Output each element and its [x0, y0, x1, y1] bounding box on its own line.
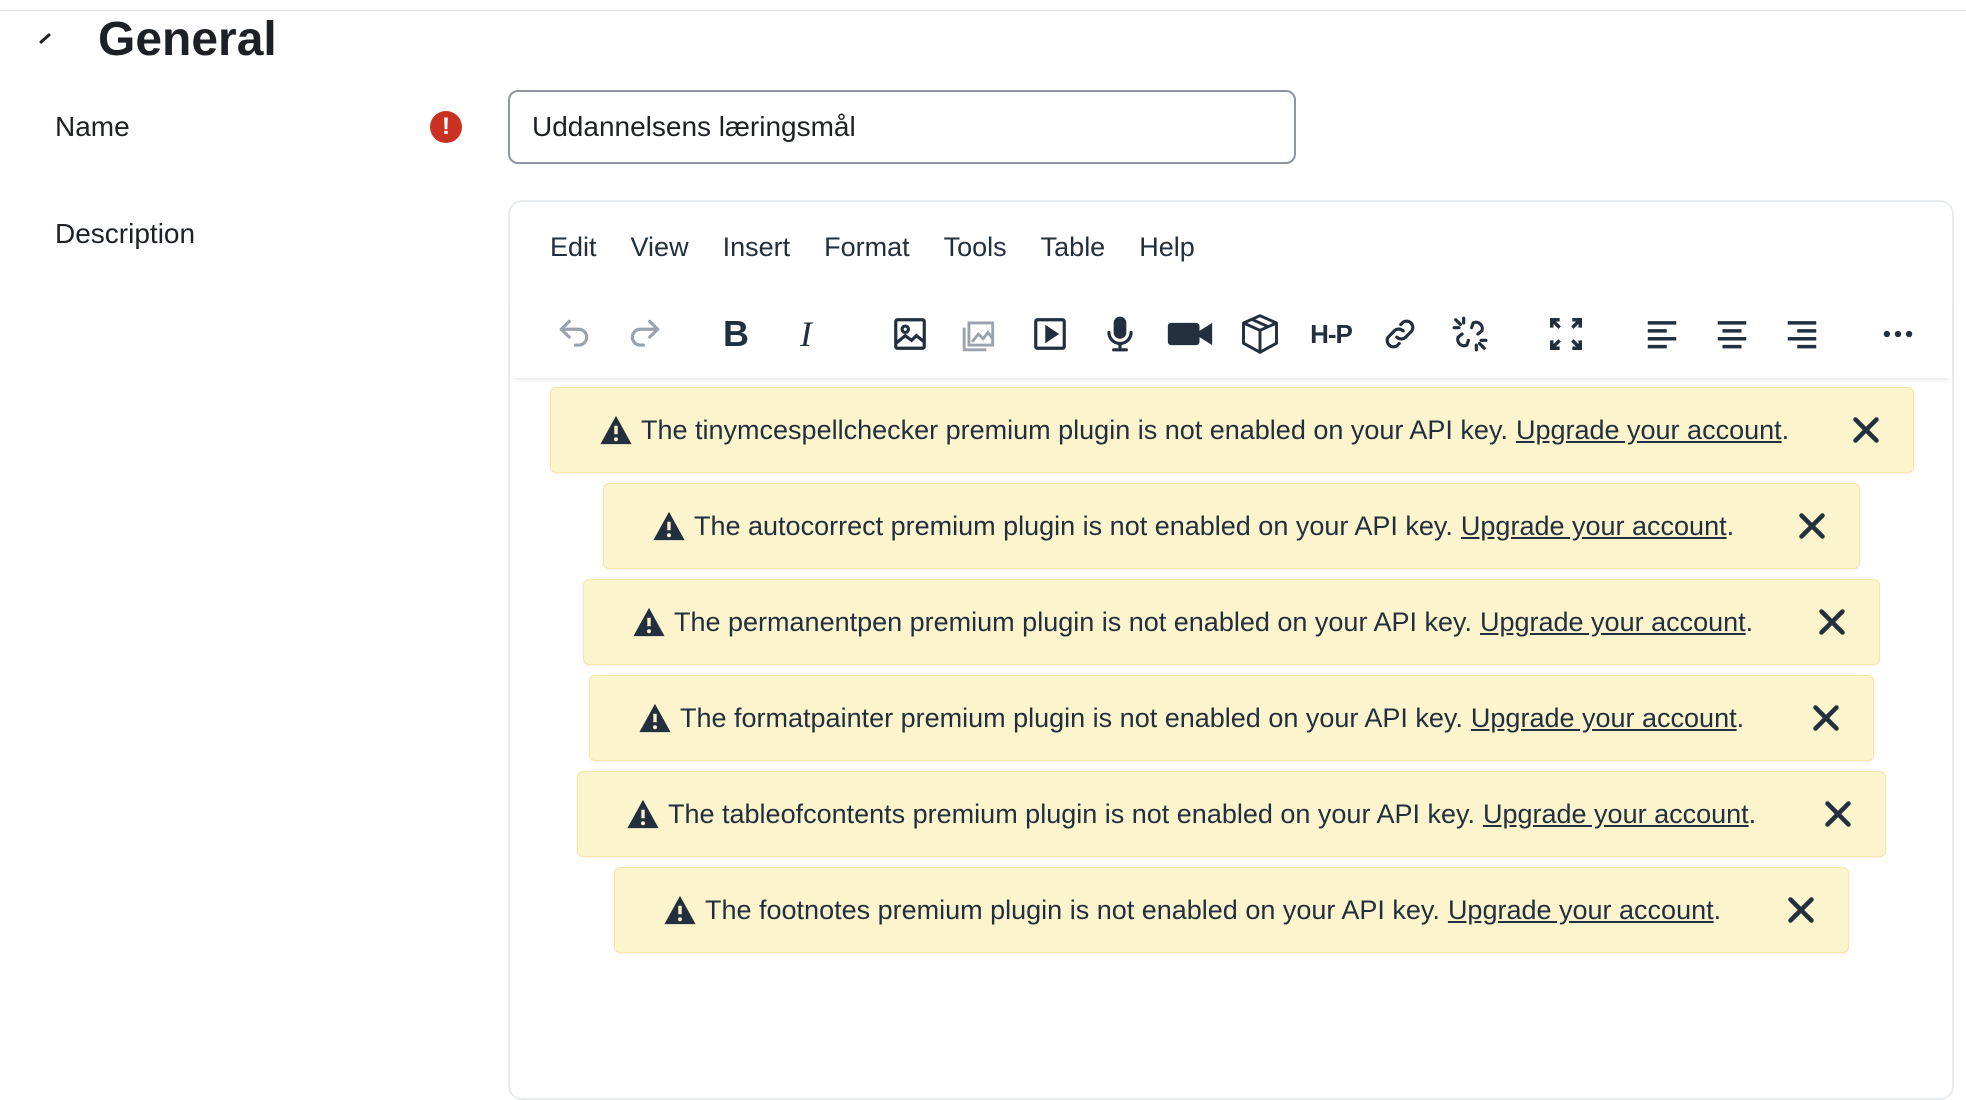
section-header: General [36, 12, 277, 66]
editor-toolbar: B I H-P [510, 292, 1952, 378]
undo-icon[interactable] [546, 306, 602, 362]
notification-end: . [1748, 798, 1757, 829]
bold-label: B [723, 313, 749, 354]
warning-icon [600, 415, 632, 445]
editor-menubar: Edit View Insert Format Tools Table Help [510, 202, 1952, 292]
collapse-chevron-icon[interactable] [36, 28, 58, 50]
notification-end: . [1781, 414, 1790, 445]
notification-formatpainter: The formatpainter premium plugin is not … [589, 675, 1874, 761]
notification-message: The autocorrect premium plugin is not en… [694, 510, 1453, 541]
upgrade-account-link[interactable]: Upgrade your account [1448, 895, 1714, 926]
menu-view[interactable]: View [631, 226, 689, 269]
h5p-block-icon[interactable] [1232, 306, 1288, 362]
notification-end: . [1713, 894, 1722, 925]
description-label: Description [55, 218, 196, 249]
notification-autocorrect: The autocorrect premium plugin is not en… [603, 483, 1860, 569]
upgrade-account-link[interactable]: Upgrade your account [1483, 799, 1749, 830]
warning-icon [664, 895, 696, 925]
upgrade-account-link[interactable]: Upgrade your account [1461, 511, 1727, 542]
close-icon[interactable] [1811, 703, 1841, 733]
close-icon[interactable] [1817, 607, 1847, 637]
close-icon[interactable] [1797, 511, 1827, 541]
align-right-icon[interactable] [1774, 306, 1830, 362]
notification-message: The formatpainter premium plugin is not … [680, 702, 1463, 733]
bold-icon[interactable]: B [708, 306, 764, 362]
italic-label: I [800, 314, 812, 354]
notification-message: The footnotes premium plugin is not enab… [705, 894, 1440, 925]
menu-table[interactable]: Table [1041, 226, 1106, 269]
menu-edit[interactable]: Edit [550, 226, 597, 269]
menu-help[interactable]: Help [1139, 226, 1195, 269]
italic-icon[interactable]: I [778, 306, 834, 362]
close-icon[interactable] [1786, 895, 1816, 925]
video-icon[interactable] [1022, 306, 1078, 362]
notification-tableofcontents: The tableofcontents premium plugin is no… [577, 771, 1886, 857]
notification-permanentpen: The permanentpen premium plugin is not e… [583, 579, 1880, 665]
video-record-icon[interactable] [1162, 306, 1218, 362]
description-editor[interactable]: Edit View Insert Format Tools Table Help… [508, 200, 1954, 1100]
notification-end: . [1726, 510, 1735, 541]
notification-message: The tinymcespellchecker premium plugin i… [641, 414, 1508, 445]
notification-message: The tableofcontents premium plugin is no… [668, 798, 1475, 829]
more-icon[interactable] [1870, 306, 1926, 362]
upgrade-account-link[interactable]: Upgrade your account [1516, 415, 1782, 446]
redo-icon[interactable] [617, 306, 673, 362]
warning-icon [627, 799, 659, 829]
menu-format[interactable]: Format [824, 226, 910, 269]
warning-icon [653, 511, 685, 541]
notification-message: The permanentpen premium plugin is not e… [674, 606, 1472, 637]
required-icon: ! [430, 111, 462, 143]
top-divider [0, 10, 1966, 11]
menu-tools[interactable]: Tools [944, 226, 1007, 269]
close-icon[interactable] [1851, 415, 1881, 445]
name-label: Name [55, 111, 130, 142]
menu-insert[interactable]: Insert [723, 226, 791, 269]
media-manager-icon[interactable] [952, 306, 1008, 362]
upgrade-account-link[interactable]: Upgrade your account [1480, 607, 1746, 638]
align-left-icon[interactable] [1634, 306, 1690, 362]
warning-icon [633, 607, 665, 637]
name-input[interactable] [508, 90, 1296, 164]
link-icon[interactable] [1372, 306, 1428, 362]
h5p-icon[interactable]: H-P [1300, 306, 1362, 362]
fullscreen-icon[interactable] [1538, 306, 1594, 362]
align-center-icon[interactable] [1704, 306, 1760, 362]
image-icon[interactable] [882, 306, 938, 362]
notification-end: . [1736, 702, 1745, 733]
upgrade-account-link[interactable]: Upgrade your account [1471, 703, 1737, 734]
notification-end: . [1745, 606, 1754, 637]
close-icon[interactable] [1823, 799, 1853, 829]
audio-record-icon[interactable] [1092, 306, 1148, 362]
section-title: General [98, 12, 277, 66]
h5p-label: H-P [1310, 318, 1353, 349]
notification-footnotes: The footnotes premium plugin is not enab… [614, 867, 1849, 953]
warning-icon [639, 703, 671, 733]
notification-spellchecker: The tinymcespellchecker premium plugin i… [550, 387, 1914, 473]
unlink-icon[interactable] [1442, 306, 1498, 362]
